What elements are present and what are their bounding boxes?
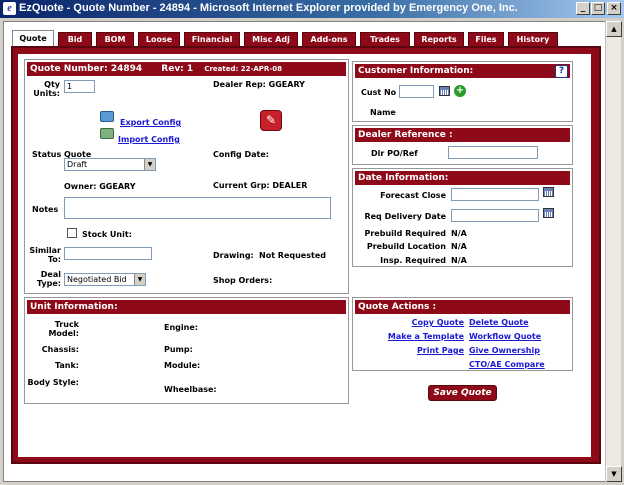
- current-grp: Current Grp: DEALER: [213, 181, 308, 190]
- pump-label: Pump:: [164, 345, 193, 354]
- unit-info-panel: Unit Information: Truck Model: Engine: C…: [24, 297, 349, 404]
- dlr-po-label: Dlr PO/Ref: [371, 149, 418, 158]
- forecast-close-input[interactable]: [451, 188, 539, 201]
- scroll-up-icon[interactable]: ▲: [606, 21, 622, 37]
- customer-panel: Customer Information: ? Cust No + Name: [352, 61, 573, 122]
- tab-add-ons[interactable]: Add-ons: [302, 32, 356, 47]
- help-icon[interactable]: ?: [555, 65, 568, 78]
- minimize-button[interactable]: _: [576, 2, 590, 15]
- qty-input[interactable]: 1: [64, 80, 95, 93]
- wheelbase-label: Wheelbase:: [164, 385, 217, 394]
- give-ownership-link[interactable]: Give Ownership: [469, 346, 540, 355]
- date-info-header: Date Information:: [355, 171, 570, 185]
- vertical-scrollbar[interactable]: ▲ ▼: [605, 21, 622, 482]
- drawing-label: Drawing:: [213, 251, 254, 260]
- notes-label: Notes: [32, 205, 59, 214]
- name-label: Name: [370, 108, 396, 117]
- deal-type-label: Deal Type:: [36, 270, 61, 288]
- export-config-link[interactable]: Export Config: [120, 118, 181, 127]
- chevron-down-icon: ▼: [134, 274, 145, 285]
- forecast-close-label: Forecast Close: [380, 191, 446, 200]
- status-label: Status: [32, 150, 62, 159]
- save-quote-button[interactable]: Save Quote: [428, 385, 497, 401]
- owner: Owner: GGEARY: [64, 182, 136, 191]
- tank-label: Tank:: [54, 361, 79, 370]
- dealer-ref-header: Dealer Reference :: [355, 128, 570, 142]
- ie-icon: e: [3, 2, 16, 15]
- customer-header: Customer Information:: [355, 64, 570, 78]
- cust-no-label: Cust No: [361, 88, 397, 97]
- import-icon[interactable]: [100, 128, 114, 139]
- notes-textarea[interactable]: [64, 197, 331, 219]
- prebuild-required-label: Prebuild Required: [364, 229, 447, 238]
- shop-orders: Shop Orders:: [213, 276, 273, 285]
- export-icon[interactable]: [100, 111, 114, 122]
- config-date: Config Date:: [213, 150, 269, 159]
- dealer-rep: Dealer Rep: GGEARY: [213, 80, 305, 89]
- req-delivery-input[interactable]: [451, 209, 539, 222]
- quote-number: Quote Number: 24894: [30, 64, 143, 74]
- cto-ae-compare-link[interactable]: CTO/AE Compare: [469, 360, 545, 369]
- unit-info-header: Unit Information:: [27, 300, 346, 314]
- prebuild-location-value: N/A: [451, 242, 467, 251]
- tab-quote[interactable]: Quote: [12, 30, 54, 47]
- tab-trades[interactable]: Trades: [360, 32, 410, 47]
- window-title: EzQuote - Quote Number - 24894 - Microso…: [19, 2, 518, 14]
- drawing-value: Not Requested: [259, 251, 326, 260]
- quote-panel: Quote Number: 24894 Rev: 1 Created: 22-A…: [24, 59, 349, 294]
- module-label: Module:: [164, 361, 201, 370]
- tab-misc-adj[interactable]: Misc Adj: [244, 32, 298, 47]
- wrench-tool-icon[interactable]: ✎: [260, 110, 282, 131]
- quote-actions-header: Quote Actions :: [355, 300, 570, 314]
- quote-actions-panel: Quote Actions : Copy Quote Delete Quote …: [352, 297, 573, 371]
- tab-loose[interactable]: Loose: [138, 32, 180, 47]
- tab-history[interactable]: History: [508, 32, 558, 47]
- calendar-icon[interactable]: [543, 208, 554, 218]
- status-select[interactable]: Draft ▼: [64, 158, 156, 171]
- tab-bom[interactable]: BOM: [96, 32, 134, 47]
- insp-required-value: N/A: [451, 256, 467, 265]
- workflow-quote-link[interactable]: Workflow Quote: [469, 332, 541, 341]
- insp-required-label: Insp. Required: [380, 256, 446, 265]
- delete-quote-link[interactable]: Delete Quote: [469, 318, 529, 327]
- quote-created: Created: 22-APR-08: [204, 65, 282, 73]
- truck-model-label: Truck Model:: [48, 320, 79, 338]
- make-template-link[interactable]: Make a Template: [388, 332, 464, 341]
- cust-no-input[interactable]: [399, 85, 434, 98]
- calculator-icon[interactable]: [439, 86, 450, 96]
- import-config-link[interactable]: Import Config: [118, 135, 180, 144]
- tab-files[interactable]: Files: [468, 32, 504, 47]
- close-button[interactable]: ×: [607, 2, 621, 15]
- similar-to-label: Similar To:: [29, 246, 61, 264]
- tab-bid[interactable]: Bid: [58, 32, 92, 47]
- prebuild-location-label: Prebuild Location: [366, 242, 446, 251]
- scroll-down-icon[interactable]: ▼: [606, 466, 622, 482]
- print-page-link[interactable]: Print Page: [417, 346, 464, 355]
- quote-rev: Rev: 1: [161, 64, 194, 74]
- chassis-label: Chassis:: [41, 345, 79, 354]
- tab-financial[interactable]: Financial: [184, 32, 240, 47]
- title-bar: e EzQuote - Quote Number - 24894 - Micro…: [0, 0, 624, 18]
- dlr-po-input[interactable]: [448, 146, 538, 159]
- deal-type-value: Negotiated Bid: [67, 275, 127, 284]
- stock-unit-label: Stock Unit:: [82, 230, 132, 239]
- dealer-ref-panel: Dealer Reference : Dlr PO/Ref: [352, 125, 573, 165]
- calendar-icon[interactable]: [543, 187, 554, 197]
- similar-to-input[interactable]: [64, 247, 152, 260]
- status-value: Draft: [67, 160, 88, 169]
- deal-type-select[interactable]: Negotiated Bid ▼: [64, 273, 146, 286]
- qty-label: Qty Units:: [33, 80, 60, 98]
- body-style-label: Body Style:: [27, 378, 80, 387]
- req-delivery-label: Req Delivery Date: [364, 212, 446, 221]
- maximize-button[interactable]: □: [591, 2, 605, 15]
- engine-label: Engine:: [164, 323, 198, 332]
- prebuild-required-value: N/A: [451, 229, 467, 238]
- stock-unit-checkbox[interactable]: [67, 228, 77, 238]
- date-info-panel: Date Information: Forecast Close Req Del…: [352, 168, 573, 267]
- copy-quote-link[interactable]: Copy Quote: [412, 318, 464, 327]
- chevron-down-icon: ▼: [144, 159, 155, 170]
- add-icon[interactable]: +: [454, 85, 466, 97]
- quote-header: Quote Number: 24894 Rev: 1 Created: 22-A…: [27, 62, 346, 76]
- tab-reports[interactable]: Reports: [414, 32, 464, 47]
